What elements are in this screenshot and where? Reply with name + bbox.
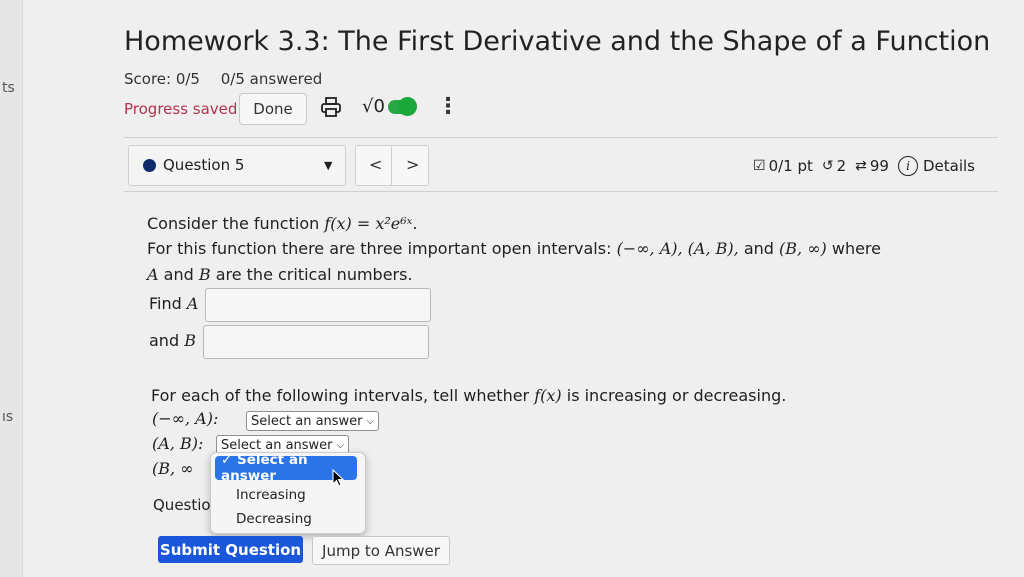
find-a-text: Find <box>149 294 187 313</box>
intervals-math-2: (B, ∞) <box>779 239 827 258</box>
done-button[interactable]: Done <box>239 93 307 125</box>
printer-icon[interactable] <box>320 96 342 122</box>
left-edge-text-bottom: ıs <box>2 409 14 425</box>
intervals-prompt-text: For each of the following intervals, tel… <box>151 386 535 405</box>
math-input-toggle-icon[interactable]: √0 <box>362 96 385 117</box>
question-selector[interactable]: Question 5 ▼ <box>128 145 346 186</box>
answer-a-input[interactable] <box>205 288 431 322</box>
interval-2-select-value: Select an answer <box>221 437 333 453</box>
more-options-icon[interactable]: ⋮ <box>437 94 459 119</box>
left-edge-text-top: ts <box>2 80 15 96</box>
answer-b-input[interactable] <box>203 325 429 359</box>
question-status-dot-icon <box>143 159 156 172</box>
intervals-prompt-end: is increasing or decreasing. <box>561 386 787 405</box>
intervals-prompt-math: f(x) <box>534 386 562 405</box>
var-b: B <box>198 265 211 284</box>
line3-and: and <box>158 265 199 284</box>
page-title: Homework 3.3: The First Derivative and t… <box>124 26 991 57</box>
intervals-intro-text: For this function there are three import… <box>147 239 617 258</box>
intervals-prompt: For each of the following intervals, tel… <box>151 386 786 405</box>
problem-line-3: A and B are the critical numbers. <box>147 265 413 284</box>
find-a-label: Find A <box>149 294 198 313</box>
retries-count: 2 <box>836 157 847 175</box>
next-question-button[interactable]: > <box>406 155 419 174</box>
find-a-var: A <box>186 294 199 313</box>
problem-line-1: Consider the function f(x) = x²e⁶ˣ. <box>147 214 417 233</box>
interval-3-label: (B, ∞ <box>152 459 194 478</box>
interval-3-dropdown-menu: ✓ Select an answer Increasing Decreasing <box>210 452 366 534</box>
prev-question-button[interactable]: < <box>369 155 382 174</box>
critical-numbers-text: are the critical numbers. <box>210 265 413 284</box>
score: Score: 0/5 <box>124 70 200 88</box>
intervals-where: where <box>826 239 881 258</box>
and-b-text: and <box>149 331 185 350</box>
var-a: A <box>147 265 159 284</box>
interval-1-select-value: Select an answer <box>251 413 363 429</box>
interval-1-label: (−∞, A): <box>152 409 219 428</box>
answered-count: 0/5 answered <box>220 70 323 88</box>
retry-icon: ↺ <box>821 158 834 174</box>
question-selector-label: Question 5 <box>163 156 245 174</box>
and-b-var: B <box>184 331 196 350</box>
dropdown-option-increasing[interactable]: Increasing <box>236 487 306 503</box>
nav-divider <box>391 146 392 185</box>
points: 0/1 pt <box>768 157 813 175</box>
question-help-label: Questio <box>153 496 211 514</box>
function-expression: f(x) = x²e⁶ˣ. <box>324 214 418 233</box>
and-b-label: and B <box>149 331 196 350</box>
score-line: Score: 0/5 0/5 answered <box>124 70 338 88</box>
problem-intro-text: Consider the function <box>147 214 325 233</box>
attempts-count: 99 <box>869 157 889 175</box>
progress-saved-status: Progress saved <box>124 100 238 118</box>
attempts-icon: ⇄ <box>855 158 867 174</box>
question-stats: ☑ 0/1 pt ↺ 2 ⇄ 99 i Details <box>753 156 975 176</box>
interval-1-select[interactable]: Select an answer ⌵ <box>246 411 380 431</box>
divider-top <box>124 137 998 138</box>
intervals-math-1: (−∞, A), (A, B), <box>616 239 739 258</box>
mouse-cursor-icon <box>332 468 345 491</box>
jump-to-answer-button[interactable]: Jump to Answer <box>312 536 450 565</box>
dropdown-option-decreasing[interactable]: Decreasing <box>236 511 312 527</box>
chevron-down-icon: ⌵ <box>366 415 375 427</box>
intervals-and: and <box>738 239 780 258</box>
checkbox-icon: ☑ <box>753 158 766 174</box>
divider-bottom <box>124 191 998 192</box>
details-link[interactable]: Details <box>923 157 975 175</box>
submit-question-button[interactable]: Submit Question <box>158 536 303 563</box>
chevron-down-icon: ⌵ <box>336 439 345 451</box>
problem-line-2: For this function there are three import… <box>147 239 881 258</box>
caret-down-icon: ▼ <box>324 159 333 172</box>
interval-2-label: (A, B): <box>152 434 204 453</box>
info-icon[interactable]: i <box>897 156 918 176</box>
question-nav-buttons: < > <box>355 145 429 186</box>
toggle-knob <box>398 97 417 116</box>
